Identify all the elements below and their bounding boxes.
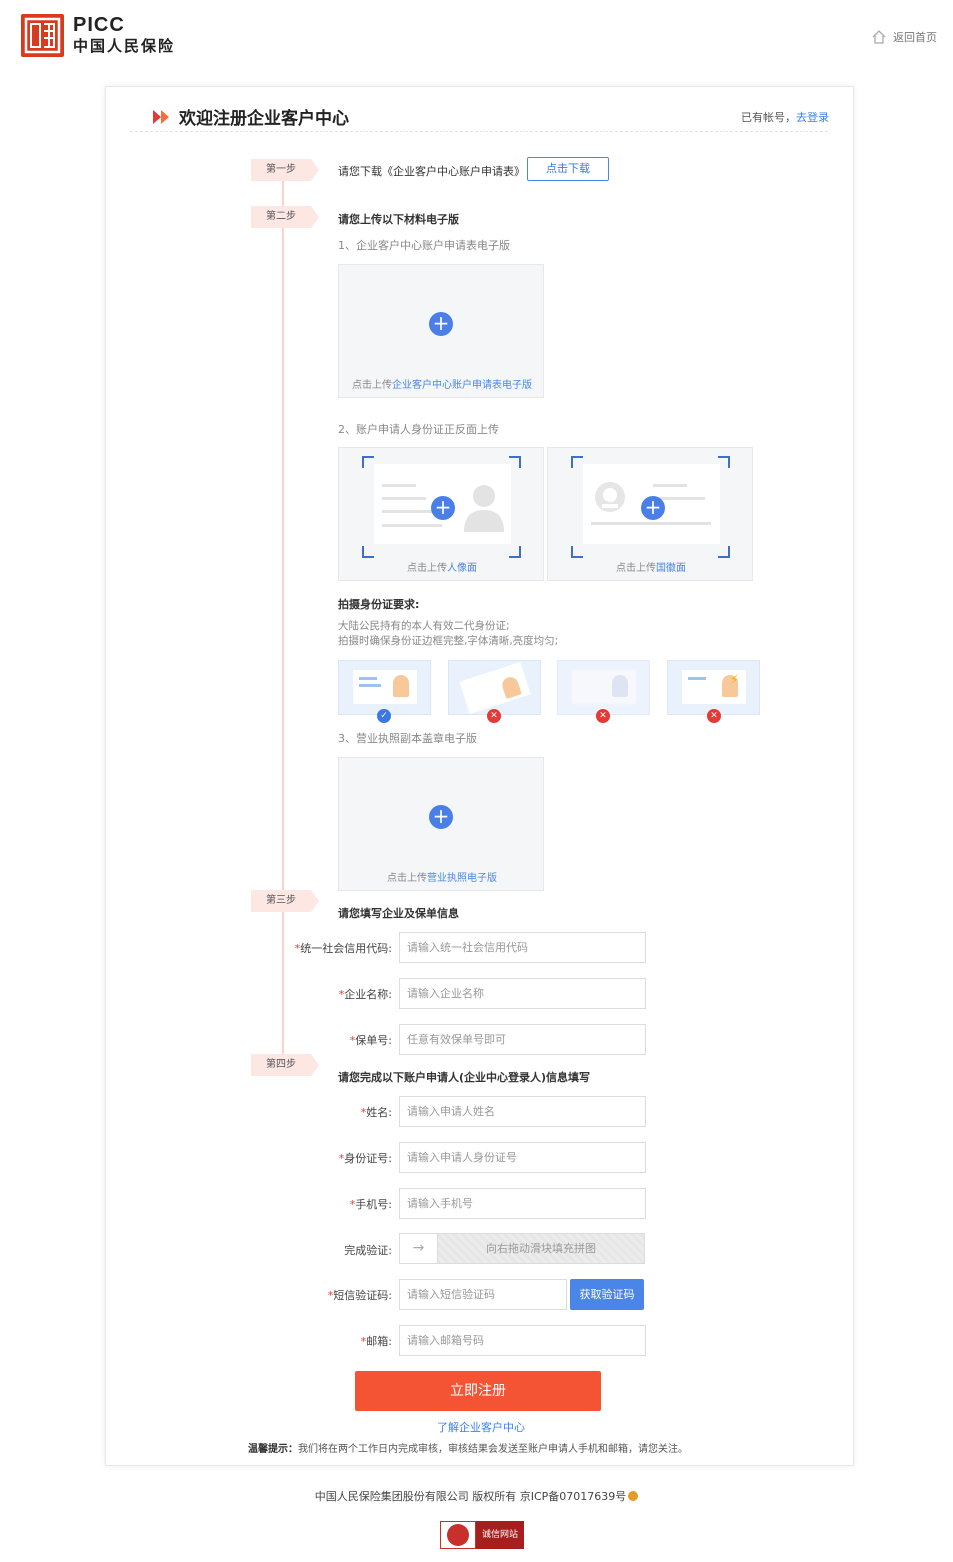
- police-badge-icon: [628, 1491, 639, 1501]
- id-no-input[interactable]: 请输入申请人身份证号: [399, 1142, 646, 1173]
- corner-mark: [571, 546, 583, 558]
- corner-mark: [362, 456, 374, 468]
- step-tag-4: 第四步: [251, 1054, 319, 1076]
- sms-code-input[interactable]: 请输入短信验证码: [399, 1279, 567, 1310]
- emblem-icon: [595, 482, 625, 512]
- cross-icon: ✕: [487, 709, 501, 723]
- corner-mark: [718, 546, 730, 558]
- id-requirement-line1: 大陆公民持有的本人有效二代身份证;: [338, 620, 510, 632]
- step-tag-1: 第一步: [251, 159, 319, 181]
- page-title-text: 欢迎注册企业客户中心: [179, 109, 349, 129]
- home-link[interactable]: 返回首页: [871, 29, 937, 45]
- id-requirement-title: 拍摄身份证要求:: [338, 598, 420, 611]
- company-name-input[interactable]: 请输入企业名称: [399, 978, 646, 1009]
- download-button[interactable]: 点击下载: [527, 157, 609, 181]
- check-icon: ✓: [377, 709, 391, 723]
- footer-copyright: 中国人民保险集团股份有限公司 版权所有 京ICP备07017639号: [0, 1488, 953, 1504]
- step-timeline: [282, 180, 284, 1065]
- plus-icon: +: [431, 496, 455, 520]
- upload-business-license[interactable]: + 点击上传营业执照电子版: [338, 757, 544, 891]
- phone-label: *手机号:: [349, 1198, 392, 1211]
- step3-text: 请您填写企业及保单信息: [338, 907, 459, 920]
- id-no-label: *身份证号:: [338, 1152, 392, 1165]
- plus-icon: +: [641, 496, 665, 520]
- email-input[interactable]: 请输入邮箱号码: [399, 1325, 646, 1356]
- double-arrow-icon: [153, 109, 169, 124]
- home-icon: [872, 30, 886, 44]
- has-account-text: 已有帐号，去登录: [741, 111, 829, 124]
- upload-id-emblem[interactable]: + 点击上传国徽面: [547, 447, 753, 581]
- logo-cn-text: 中国人民保险: [73, 37, 176, 55]
- sms-code-label: *短信验证码:: [327, 1289, 392, 1302]
- get-sms-code-button[interactable]: 获取验证码: [570, 1279, 644, 1310]
- step2-text: 请您上传以下材料电子版: [338, 213, 459, 226]
- name-input[interactable]: 请输入申请人姓名: [399, 1096, 646, 1127]
- upload-emblem-caption: 点击上传国徽面: [616, 563, 686, 574]
- upload-id-portrait[interactable]: + 点击上传人像面: [338, 447, 544, 581]
- sample-correct-image: [338, 660, 431, 715]
- corner-mark: [571, 456, 583, 468]
- step-tag-2: 第二步: [251, 206, 319, 228]
- company-name-label: *企业名称:: [338, 988, 392, 1001]
- upload-license-caption: 点击上传营业执照电子版: [387, 873, 497, 884]
- policy-no-label: *保单号:: [349, 1034, 392, 1047]
- trust-site-badge[interactable]: 诚信网站: [440, 1521, 524, 1549]
- upload-application-caption: 点击上传企业客户中心账户申请表电子版: [352, 380, 532, 391]
- cross-icon: ✕: [707, 709, 721, 723]
- step4-text: 请您完成以下账户申请人(企业中心登录人)信息填写: [338, 1071, 591, 1084]
- person-silhouette-icon: [464, 485, 504, 532]
- upload-portrait-caption: 点击上传人像面: [407, 563, 477, 574]
- logo-text: PICC: [73, 14, 125, 36]
- verify-label: 完成验证:: [344, 1244, 392, 1257]
- step1-text: 请您下载《企业客户中心账户申请表》: [338, 165, 525, 178]
- plus-icon: +: [429, 805, 453, 829]
- step-tag-3: 第三步: [251, 890, 319, 912]
- corner-mark: [509, 546, 521, 558]
- page-title: 欢迎注册企业客户中心: [153, 104, 349, 129]
- corner-mark: [362, 546, 374, 558]
- login-link[interactable]: 去登录: [796, 111, 829, 124]
- credit-code-label: *统一社会信用代码:: [294, 942, 392, 955]
- title-divider: [130, 131, 828, 132]
- id-requirement-line2: 拍摄时确保身份证边框完整,字体清晰,亮度均匀;: [338, 635, 559, 647]
- upload-item3-label: 3、营业执照副本盖章电子版: [338, 732, 477, 745]
- slider-handle[interactable]: →: [400, 1234, 438, 1263]
- home-link-label: 返回首页: [893, 31, 937, 44]
- phone-input[interactable]: 请输入手机号: [399, 1188, 646, 1219]
- name-label: *姓名:: [360, 1106, 392, 1119]
- trust-badge-label: 诚信网站: [476, 1521, 524, 1549]
- register-button[interactable]: 立即注册: [355, 1371, 601, 1411]
- policy-no-input[interactable]: 任意有效保单号即可: [399, 1024, 646, 1055]
- learn-more-link[interactable]: 了解企业客户中心: [437, 1419, 525, 1435]
- upload-item2-label: 2、账户申请人身份证正反面上传: [338, 423, 499, 436]
- trust-seal-icon: [440, 1521, 476, 1549]
- sample-glare-image: ⚡: [667, 660, 760, 715]
- cross-icon: ✕: [596, 709, 610, 723]
- sample-tilted-image: [448, 660, 541, 715]
- upload-application-form[interactable]: + 点击上传企业客户中心账户申请表电子版: [338, 264, 544, 398]
- credit-code-input[interactable]: 请输入统一社会信用代码: [399, 932, 646, 963]
- slider-hint: 向右拖动滑块填充拼图: [438, 1234, 644, 1263]
- email-label: *邮箱:: [360, 1335, 392, 1348]
- slider-captcha: → 向右拖动滑块填充拼图: [399, 1233, 645, 1264]
- notice-text: 温馨提示：我们将在两个工作日内完成审核，审核结果会发送至账户申请人手机和邮箱，请…: [248, 1444, 688, 1455]
- picc-logo-icon: [21, 14, 64, 57]
- upload-item1-label: 1、企业客户中心账户申请表电子版: [338, 239, 510, 252]
- arrow-right-icon: →: [412, 1240, 425, 1256]
- sample-blurry-image: [557, 660, 650, 715]
- plus-icon: +: [429, 312, 453, 336]
